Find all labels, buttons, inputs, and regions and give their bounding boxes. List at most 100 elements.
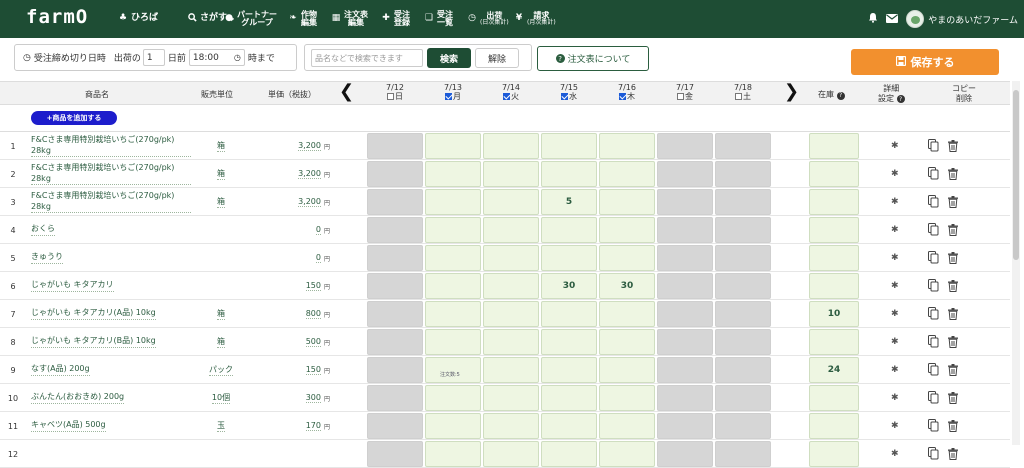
day-cell-input[interactable] bbox=[425, 217, 481, 243]
question-icon[interactable]: ? bbox=[896, 95, 905, 104]
sales-unit[interactable]: 箱 bbox=[200, 188, 242, 216]
gear-icon[interactable]: ✱ bbox=[891, 365, 899, 375]
days-before-input[interactable]: 1 bbox=[142, 49, 165, 66]
day-checkbox[interactable] bbox=[561, 93, 568, 101]
copy-icon[interactable] bbox=[928, 389, 939, 404]
day-cell-input[interactable]: 30 bbox=[599, 273, 655, 299]
trash-icon[interactable] bbox=[948, 333, 959, 348]
sales-unit[interactable] bbox=[200, 272, 242, 300]
sales-unit[interactable]: 箱 bbox=[200, 160, 242, 188]
nav-hiroba[interactable]: ♣ ひろば bbox=[118, 0, 158, 38]
about-order-sheet-button[interactable]: ? 注文表について bbox=[537, 46, 649, 71]
day-cell-input[interactable] bbox=[541, 385, 597, 411]
trash-icon[interactable] bbox=[948, 445, 959, 460]
day-cell-input[interactable]: 注文数:5 bbox=[425, 357, 481, 383]
day-cell-input[interactable] bbox=[599, 357, 655, 383]
day-cell-input[interactable] bbox=[483, 329, 539, 355]
farm-name[interactable]: やまのあいだファーム bbox=[928, 13, 1018, 26]
gear-icon[interactable]: ✱ bbox=[891, 169, 899, 179]
stock-input[interactable] bbox=[809, 385, 859, 411]
nav-partner-group[interactable]: ● パートナー グループ bbox=[224, 0, 277, 38]
product-name[interactable]: おくら bbox=[31, 216, 191, 244]
day-cell-input[interactable]: 30 bbox=[541, 273, 597, 299]
trash-icon[interactable] bbox=[948, 361, 959, 376]
day-cell-input[interactable] bbox=[541, 133, 597, 159]
stock-input[interactable] bbox=[809, 189, 859, 215]
deadline-time-input[interactable]: 18:00 ◷ bbox=[188, 49, 245, 66]
copy-icon[interactable] bbox=[928, 417, 939, 432]
product-name[interactable]: キャベツ(A品) 500g bbox=[31, 412, 191, 440]
day-cell-input[interactable] bbox=[425, 189, 481, 215]
day-cell-input[interactable] bbox=[425, 385, 481, 411]
sales-unit[interactable] bbox=[200, 440, 242, 468]
gear-icon[interactable]: ✱ bbox=[891, 141, 899, 151]
unit-price[interactable]: 0円 bbox=[250, 244, 330, 272]
stock-input[interactable]: 10 bbox=[809, 301, 859, 327]
product-name[interactable]: F&Cさま専用特別栽培いちご(270g/pk) 28kg bbox=[31, 132, 191, 160]
gear-icon[interactable]: ✱ bbox=[891, 449, 899, 459]
day-checkbox[interactable] bbox=[619, 93, 626, 101]
unit-price[interactable]: 150 円 bbox=[250, 272, 330, 300]
next-week-arrow-icon[interactable]: ❯ bbox=[784, 81, 799, 102]
copy-icon[interactable] bbox=[928, 361, 939, 376]
sales-unit[interactable]: 箱 bbox=[200, 132, 242, 160]
search-input[interactable]: 品名などで検索できます bbox=[311, 49, 423, 67]
day-checkbox[interactable] bbox=[677, 93, 684, 101]
day-cell-input[interactable] bbox=[483, 413, 539, 439]
trash-icon[interactable] bbox=[948, 417, 959, 432]
trash-icon[interactable] bbox=[948, 137, 959, 152]
nav-crop-edit[interactable]: ❧ 作物 編集 bbox=[288, 0, 317, 38]
copy-icon[interactable] bbox=[928, 221, 939, 236]
product-name[interactable]: じゃがいも キタアカリ bbox=[31, 272, 191, 300]
sales-unit[interactable] bbox=[200, 244, 242, 272]
day-cell-input[interactable] bbox=[483, 357, 539, 383]
gear-icon[interactable]: ✱ bbox=[891, 337, 899, 347]
sales-unit[interactable]: 10個 bbox=[200, 384, 242, 412]
stock-input[interactable] bbox=[809, 329, 859, 355]
day-cell-input[interactable] bbox=[599, 329, 655, 355]
unit-price[interactable]: 150 円 bbox=[250, 356, 330, 384]
day-cell-input[interactable] bbox=[541, 161, 597, 187]
day-cell-input[interactable] bbox=[599, 245, 655, 271]
day-cell-input[interactable] bbox=[483, 301, 539, 327]
farmo-logo[interactable]: farmO bbox=[26, 6, 88, 28]
gear-icon[interactable]: ✱ bbox=[891, 197, 899, 207]
copy-icon[interactable] bbox=[928, 305, 939, 320]
copy-icon[interactable] bbox=[928, 137, 939, 152]
unit-price[interactable]: 3,200 円 bbox=[250, 132, 330, 160]
day-cell-input[interactable] bbox=[599, 413, 655, 439]
product-name[interactable]: なす(A品) 200g bbox=[31, 356, 191, 384]
trash-icon[interactable] bbox=[948, 193, 959, 208]
unit-price[interactable]: 3,200 円 bbox=[250, 160, 330, 188]
product-name[interactable]: きゅうり bbox=[31, 244, 191, 272]
day-cell-input[interactable]: 5 bbox=[541, 189, 597, 215]
day-checkbox[interactable] bbox=[503, 93, 510, 101]
copy-icon[interactable] bbox=[928, 277, 939, 292]
trash-icon[interactable] bbox=[948, 389, 959, 404]
gear-icon[interactable]: ✱ bbox=[891, 225, 899, 235]
day-cell-input[interactable] bbox=[425, 329, 481, 355]
stock-input[interactable] bbox=[809, 161, 859, 187]
question-icon[interactable]: ? bbox=[836, 91, 845, 100]
trash-icon[interactable] bbox=[948, 221, 959, 236]
avatar[interactable] bbox=[906, 10, 925, 28]
day-cell-input[interactable] bbox=[541, 329, 597, 355]
unit-price[interactable]: 500 円 bbox=[250, 328, 330, 356]
day-cell-input[interactable] bbox=[599, 385, 655, 411]
day-cell-input[interactable] bbox=[599, 133, 655, 159]
day-cell-input[interactable] bbox=[483, 161, 539, 187]
day-checkbox[interactable] bbox=[445, 93, 452, 101]
nav-order-register[interactable]: ✚ 受注 登録 bbox=[381, 0, 410, 38]
unit-price[interactable]: 0円 bbox=[250, 216, 330, 244]
stock-input[interactable] bbox=[809, 273, 859, 299]
nav-shipping[interactable]: ◷ 出荷 (日次集計) bbox=[467, 0, 509, 38]
day-cell-input[interactable] bbox=[541, 245, 597, 271]
stock-input[interactable] bbox=[809, 133, 859, 159]
stock-input[interactable]: 24 bbox=[809, 357, 859, 383]
trash-icon[interactable] bbox=[948, 165, 959, 180]
copy-icon[interactable] bbox=[928, 165, 939, 180]
day-cell-input[interactable] bbox=[425, 133, 481, 159]
day-cell-input[interactable] bbox=[425, 161, 481, 187]
product-name[interactable] bbox=[31, 440, 191, 468]
day-cell-input[interactable] bbox=[425, 413, 481, 439]
